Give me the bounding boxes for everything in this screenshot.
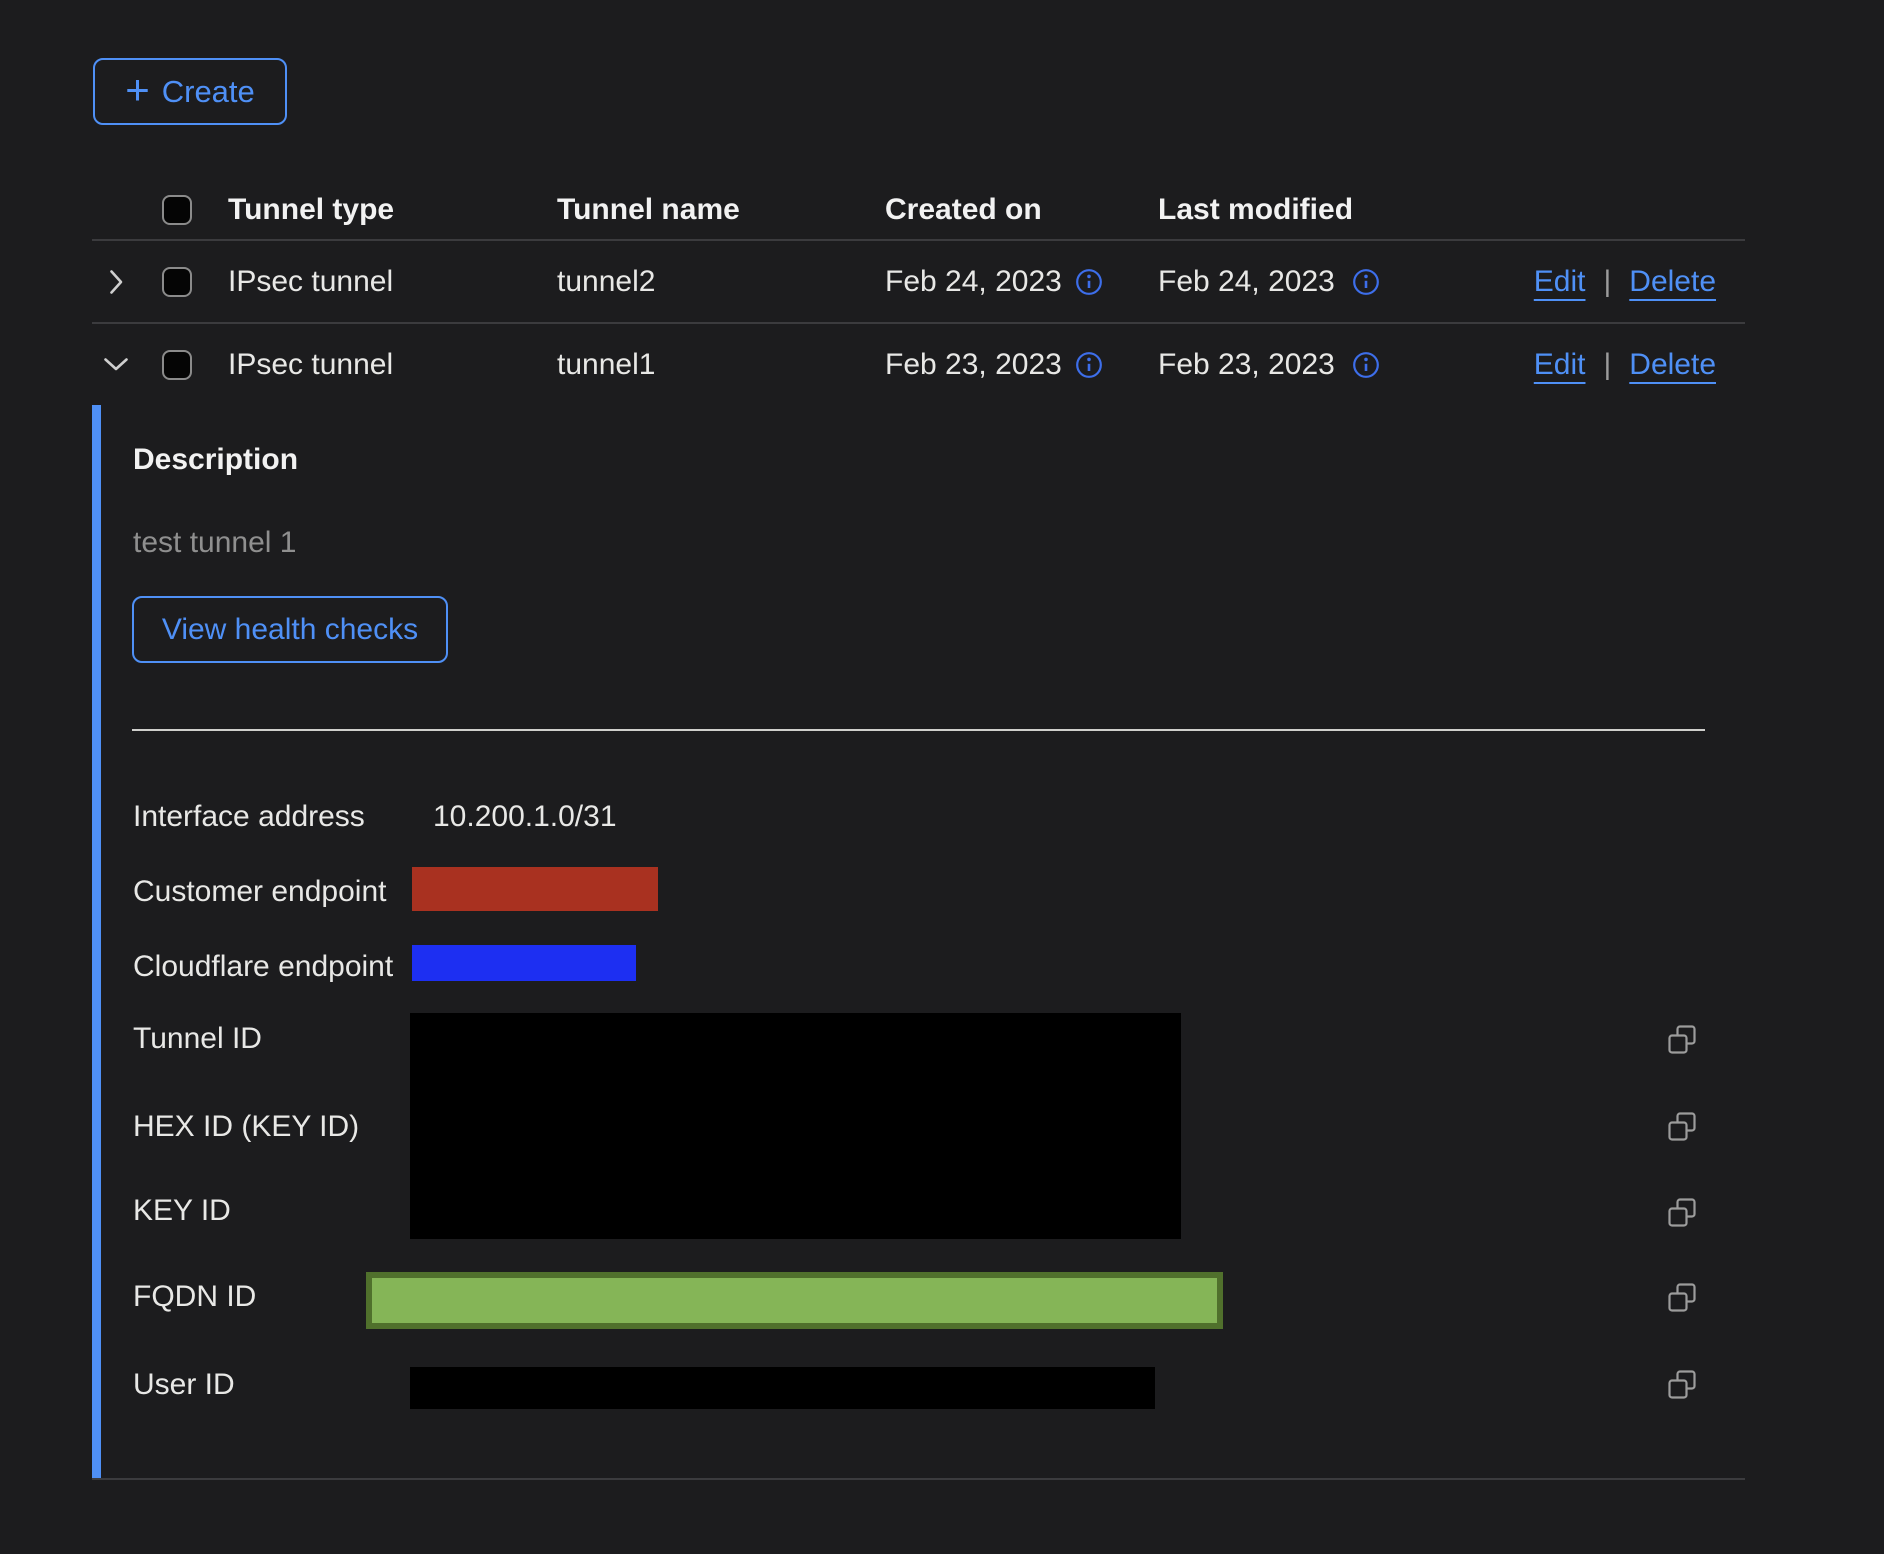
created-on-info-icon[interactable] — [1075, 268, 1103, 296]
row-actions: Edit | Delete — [1534, 348, 1716, 382]
cell-tunnel-name: tunnel1 — [557, 348, 655, 382]
field-label-interface-address: Interface address — [133, 797, 365, 837]
cell-last-modified: Feb 23, 2023 — [1158, 348, 1335, 382]
copy-user-id-icon[interactable] — [1668, 1370, 1696, 1400]
cell-last-modified: Feb 24, 2023 — [1158, 265, 1335, 299]
view-health-checks-button[interactable]: View health checks — [132, 596, 448, 663]
expanded-row-indicator-bar — [92, 405, 101, 1479]
created-on-info-icon[interactable] — [1075, 351, 1103, 379]
cell-created-on: Feb 23, 2023 — [885, 348, 1062, 382]
last-modified-info-icon[interactable] — [1352, 268, 1380, 296]
chevron-down-icon — [103, 357, 129, 372]
delete-link[interactable]: Delete — [1629, 348, 1716, 382]
ids-redaction — [410, 1013, 1181, 1239]
header-tunnel-name: Tunnel name — [557, 193, 740, 227]
table-bottom-line — [92, 1478, 1745, 1480]
copy-tunnel-id-icon[interactable] — [1668, 1025, 1696, 1055]
chevron-right-icon — [109, 269, 124, 295]
copy-hex-id-icon[interactable] — [1668, 1112, 1696, 1142]
page: { "create_button": { "plus_icon": "+", "… — [0, 0, 1884, 1554]
table-header: Tunnel type Tunnel name Created on Last … — [0, 181, 1884, 239]
header-created-on: Created on — [885, 193, 1042, 227]
header-last-modified: Last modified — [1158, 193, 1353, 227]
edit-link[interactable]: Edit — [1534, 348, 1586, 382]
row-checkbox[interactable] — [162, 350, 192, 380]
fqdn-id-redaction — [366, 1272, 1223, 1329]
header-tunnel-type: Tunnel type — [228, 193, 394, 227]
action-separator: | — [1603, 348, 1611, 382]
table-row: IPsec tunnel tunnel2 Feb 24, 2023 Feb 24… — [0, 241, 1884, 322]
field-label-user-id: User ID — [133, 1365, 235, 1405]
panel-divider-line — [132, 729, 1705, 731]
plus-icon: + — [125, 69, 150, 111]
cell-created-on: Feb 24, 2023 — [885, 265, 1062, 299]
edit-link[interactable]: Edit — [1534, 265, 1586, 299]
cloudflare-endpoint-redaction — [412, 945, 636, 981]
field-label-hex-id: HEX ID (KEY ID) — [133, 1107, 359, 1147]
expand-chevron-right-icon[interactable] — [96, 262, 136, 302]
field-label-customer-endpoint: Customer endpoint — [133, 872, 386, 912]
action-separator: | — [1603, 265, 1611, 299]
field-label-tunnel-id: Tunnel ID — [133, 1019, 262, 1059]
user-id-redaction — [410, 1367, 1155, 1409]
delete-link[interactable]: Delete — [1629, 265, 1716, 299]
cell-tunnel-type: IPsec tunnel — [228, 348, 393, 382]
row-actions: Edit | Delete — [1534, 265, 1716, 299]
row-checkbox[interactable] — [162, 267, 192, 297]
field-label-fqdn-id: FQDN ID — [133, 1277, 256, 1317]
create-button[interactable]: + Create — [93, 58, 287, 125]
copy-fqdn-id-icon[interactable] — [1668, 1283, 1696, 1313]
field-value-interface-address: 10.200.1.0/31 — [433, 797, 617, 837]
expanded-row-panel: Description test tunnel 1 View health ch… — [0, 405, 1884, 1479]
copy-key-id-icon[interactable] — [1668, 1198, 1696, 1228]
cell-tunnel-name: tunnel2 — [557, 265, 655, 299]
select-all-checkbox[interactable] — [162, 195, 192, 225]
last-modified-info-icon[interactable] — [1352, 351, 1380, 379]
table-row: IPsec tunnel tunnel1 Feb 23, 2023 Feb 23… — [0, 324, 1884, 405]
field-label-cloudflare-endpoint: Cloudflare endpoint — [133, 947, 393, 987]
description-label: Description — [133, 440, 298, 480]
field-label-key-id: KEY ID — [133, 1191, 231, 1231]
collapse-chevron-down-icon[interactable] — [96, 345, 136, 385]
description-value: test tunnel 1 — [133, 523, 296, 563]
cell-tunnel-type: IPsec tunnel — [228, 265, 393, 299]
customer-endpoint-redaction — [412, 867, 658, 911]
create-button-label: Create — [162, 74, 255, 110]
